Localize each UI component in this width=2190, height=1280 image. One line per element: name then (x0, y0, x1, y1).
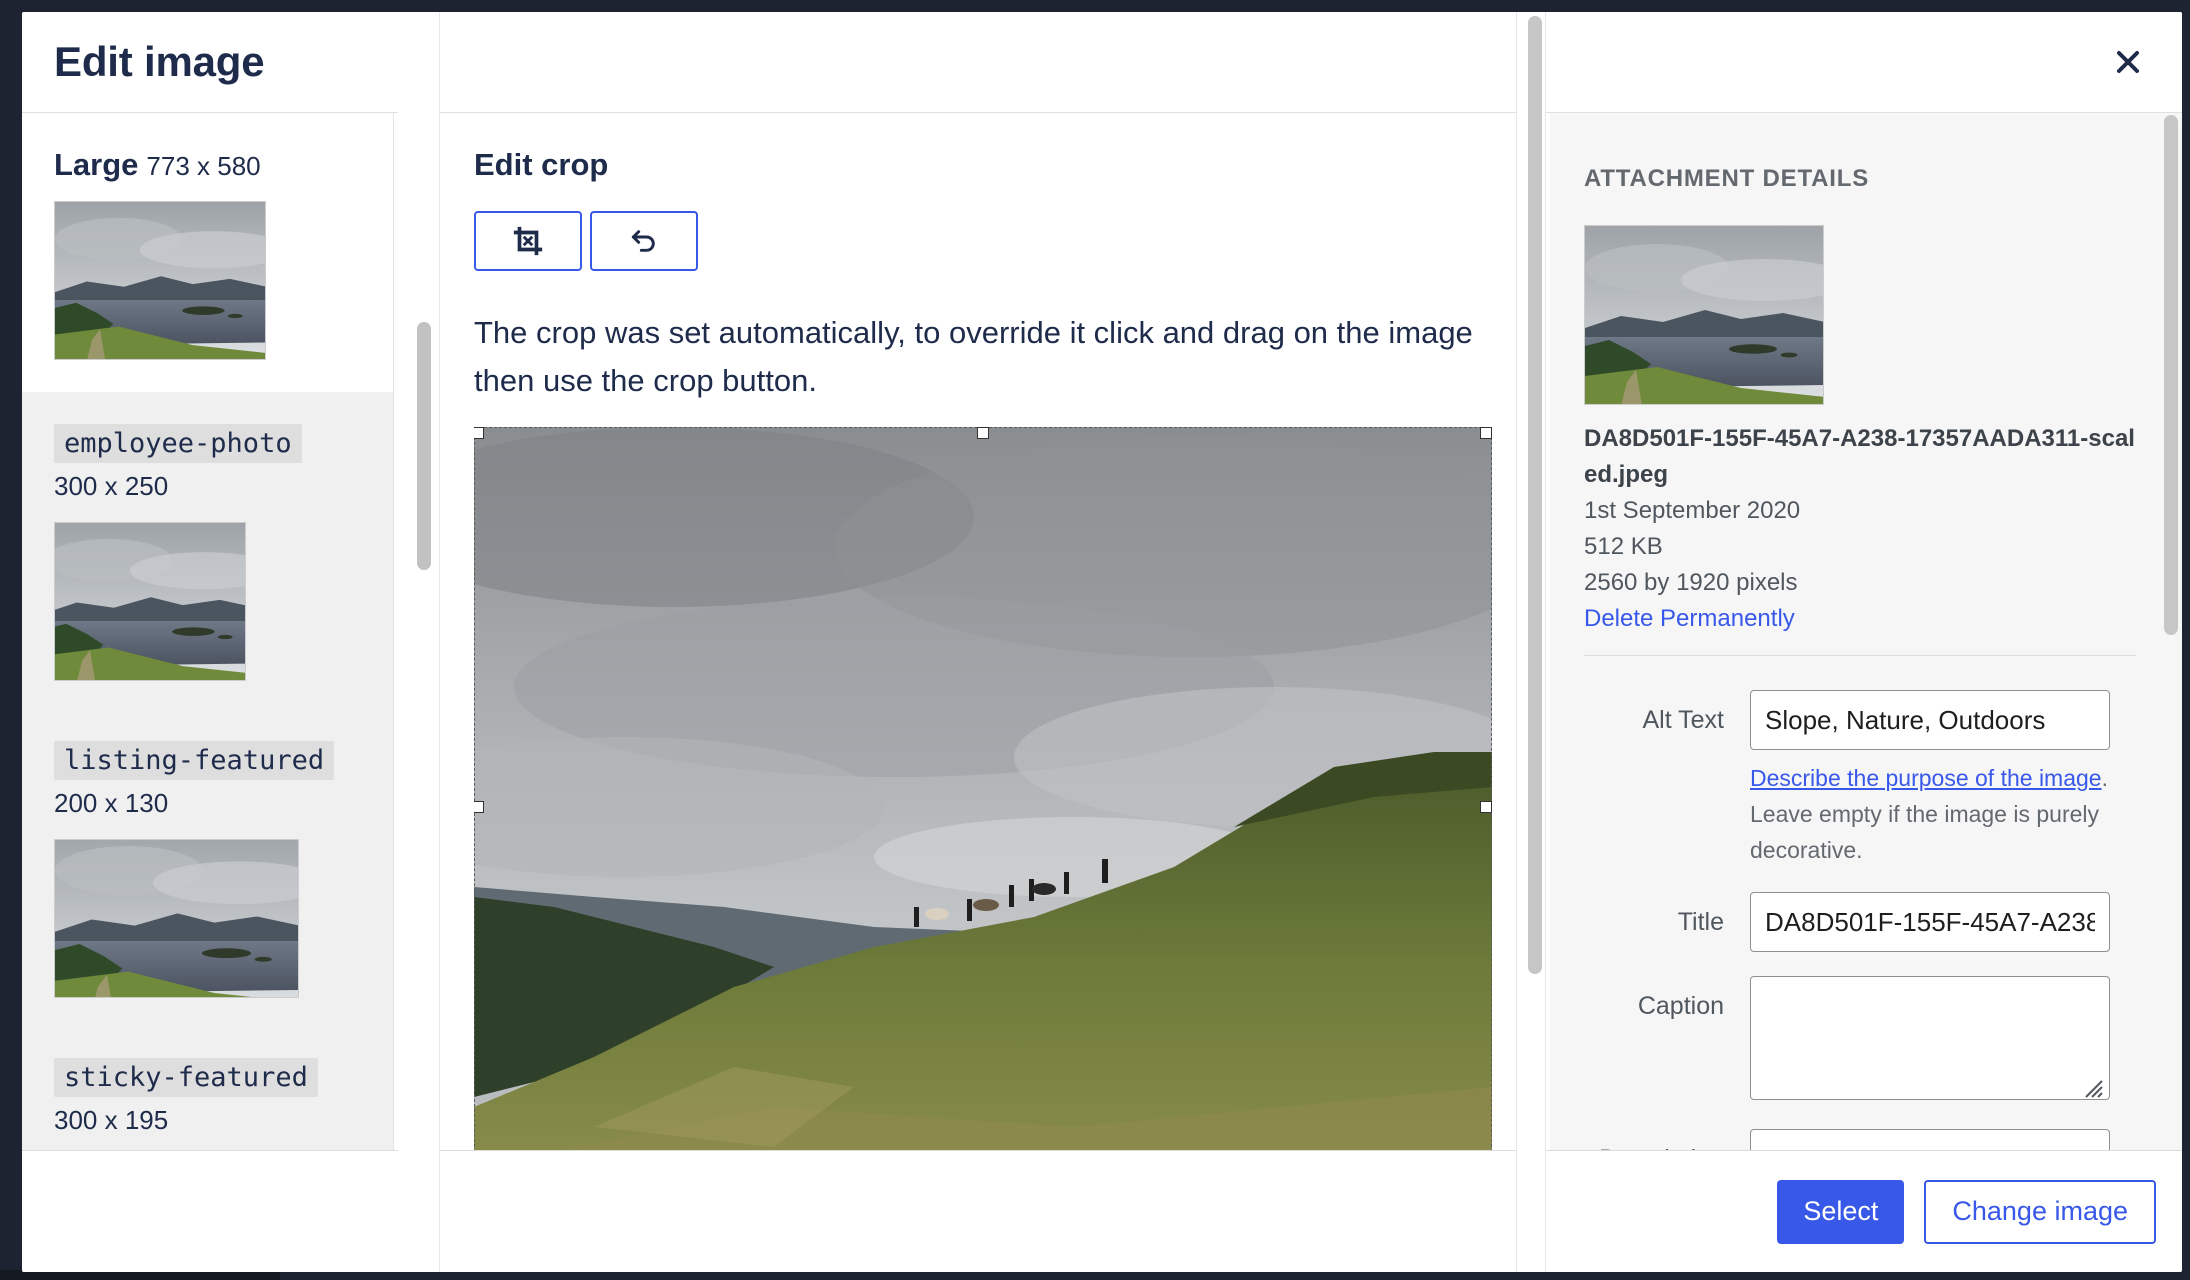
size-item-large[interactable]: Large 773 x 580 (22, 113, 393, 392)
size-dimensions: 300 x 250 (54, 471, 169, 501)
alt-text-help: Describe the purpose of the image. Leave… (1750, 760, 2110, 868)
resize-grip-icon[interactable] (2082, 1077, 2104, 1099)
crop-panel: Edit crop The crop was set automatically… (440, 113, 1518, 1150)
size-dimensions: 200 x 130 (54, 788, 169, 818)
size-name: listing-featured (54, 741, 335, 780)
size-item-listing-featured[interactable]: listing-featured 200 x 130 (22, 709, 393, 1026)
close-button[interactable] (2106, 40, 2150, 84)
close-icon (2117, 51, 2139, 73)
crop-handle-e[interactable] (1480, 801, 1492, 813)
modal-body: Large 773 x 580 employee-photo 300 x 250… (22, 12, 2182, 1272)
description-textarea[interactable] (1750, 1129, 2110, 1150)
crop-handle-nw[interactable] (474, 427, 484, 439)
sizes-scrollbar-thumb[interactable] (417, 322, 431, 570)
file-size: 512 KB (1584, 533, 1663, 560)
caption-label: Caption (1637, 992, 1724, 1020)
alt-text-row: Alt Text Describe the purpose of the ima… (1584, 690, 2148, 868)
crop-toolbar (474, 211, 1484, 271)
size-item-sticky-featured[interactable]: sticky-featured 300 x 195 (22, 1026, 393, 1150)
crop-canvas[interactable] (474, 427, 1492, 1150)
size-thumbnail (54, 839, 299, 998)
size-dimensions: 300 x 195 (54, 1105, 169, 1135)
size-dimensions: 773 x 580 (146, 151, 261, 181)
attachment-thumbnail (1584, 225, 1824, 405)
attachment-details-panel: ATTACHMENT DETAILS DA8D501F-155F-45A7-A2… (1550, 113, 2182, 1150)
sizes-scrollbar-track[interactable] (398, 12, 440, 1272)
size-name: employee-photo (54, 424, 302, 463)
crop-scrollbar-thumb[interactable] (1528, 16, 1542, 974)
title-row: Title (1584, 892, 2148, 952)
size-name: Large (54, 147, 139, 182)
delete-permanently-link[interactable]: Delete Permanently (1584, 605, 1795, 632)
size-thumbnail (54, 522, 246, 681)
crop-title: Edit crop (474, 147, 609, 182)
crop-button[interactable] (474, 211, 582, 271)
crop-handle-w[interactable] (474, 801, 484, 813)
modal-footer: Select Change image (22, 1150, 2182, 1272)
change-image-button[interactable]: Change image (1924, 1179, 2156, 1244)
crop-handle-ne[interactable] (1480, 427, 1492, 439)
size-name: sticky-featured (54, 1058, 318, 1097)
undo-icon (631, 230, 655, 252)
description-row: Description (1584, 1129, 2148, 1150)
modal-title: Edit image (54, 38, 265, 85)
caption-textarea[interactable] (1750, 976, 2110, 1100)
file-name: DA8D501F-155F-45A7-A238-17357AADA311-sca… (1584, 425, 2135, 488)
details-divider (1584, 655, 2136, 656)
crop-help-text: The crop was set automatically, to overr… (474, 315, 1473, 398)
undo-crop-button[interactable] (590, 211, 698, 271)
image-sizes-list[interactable]: Large 773 x 580 employee-photo 300 x 250… (22, 113, 394, 1150)
crop-icon (513, 226, 543, 256)
size-item-employee-photo[interactable]: employee-photo 300 x 250 (22, 392, 393, 709)
title-input[interactable] (1750, 892, 2110, 952)
crop-handle-n[interactable] (977, 427, 989, 439)
image-dimensions: 2560 by 1920 pixels (1584, 569, 1798, 596)
caption-row: Caption (1584, 976, 2148, 1105)
title-label: Title (1677, 908, 1724, 936)
details-heading: ATTACHMENT DETAILS (1584, 165, 1870, 192)
alt-text-input[interactable] (1750, 690, 2110, 750)
alt-text-label: Alt Text (1642, 706, 1724, 734)
edit-image-modal: Edit image Large 773 x 580 employee-phot… (22, 12, 2182, 1272)
details-scrollbar-thumb[interactable] (2164, 115, 2178, 635)
admin-backdrop (0, 0, 22, 1280)
crop-image (474, 427, 1492, 1150)
alt-text-help-link[interactable]: Describe the purpose of the image (1750, 765, 2102, 791)
modal-header: Edit image (22, 12, 2182, 113)
select-button[interactable]: Select (1777, 1179, 1905, 1244)
upload-date: 1st September 2020 (1584, 497, 1801, 524)
description-label: Description (1584, 1129, 1750, 1150)
size-thumbnail (54, 201, 266, 360)
